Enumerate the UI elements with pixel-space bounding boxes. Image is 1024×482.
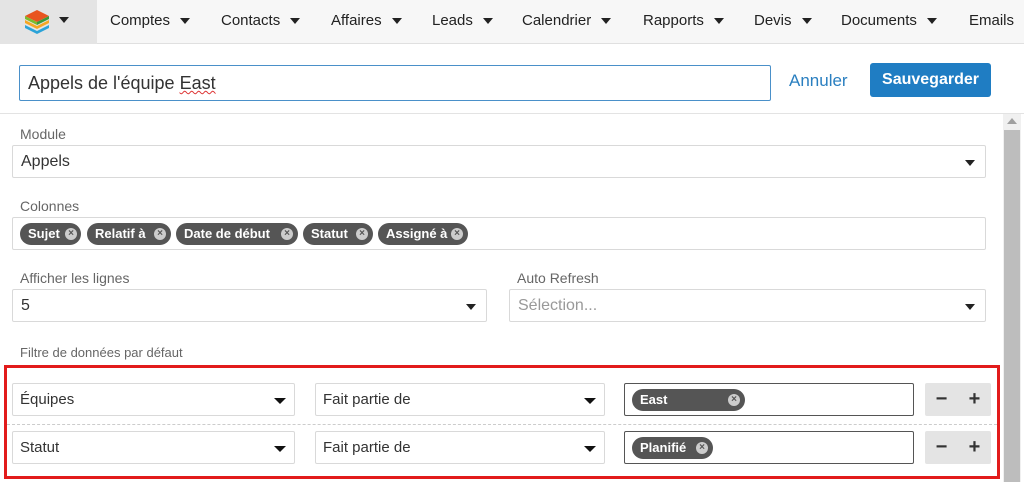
add-filter-button[interactable]: + <box>958 431 991 464</box>
nav-item-affaires[interactable]: Affaires <box>331 0 402 44</box>
nav-label: Calendrier <box>522 12 592 29</box>
add-filter-button[interactable]: + <box>958 383 991 416</box>
module-label: Module <box>20 126 66 142</box>
tag-label: Assigné à <box>386 226 448 241</box>
tag-label: Relatif à <box>95 226 146 241</box>
column-tag-date-debut: Date de début × <box>176 223 298 245</box>
filter-operator-select[interactable]: Fait partie de <box>315 383 605 416</box>
filter-row-actions: − + <box>925 383 991 416</box>
nav-item-calendrier[interactable]: Calendrier <box>522 0 612 44</box>
auto-refresh-placeholder: Sélection... <box>518 297 598 314</box>
nav-label: Contacts <box>221 12 281 29</box>
nav-item-comptes[interactable]: Comptes <box>110 0 191 44</box>
divider <box>0 113 1024 114</box>
column-tag-sujet: Sujet × <box>20 223 81 245</box>
filter-value-tag: East × <box>632 389 745 411</box>
nav-label: Leads <box>432 12 473 29</box>
filter-operator-value: Fait partie de <box>323 391 411 408</box>
nav-item-leads[interactable]: Leads <box>432 0 493 44</box>
tag-label: Planifié <box>640 440 687 455</box>
remove-icon[interactable]: × <box>65 228 77 240</box>
nav-label: Comptes <box>110 12 171 29</box>
title-text-misspelled: East <box>179 73 216 93</box>
tag-label: Sujet <box>28 226 60 241</box>
chevron-down-icon <box>482 18 493 25</box>
filter-value-tag: Planifié × <box>632 437 713 459</box>
column-tag-statut: Statut × <box>303 223 373 245</box>
auto-refresh-select[interactable]: Sélection... <box>509 289 986 322</box>
filter-operator-select[interactable]: Fait partie de <box>315 431 605 464</box>
chevron-down-icon <box>584 446 596 452</box>
remove-icon[interactable]: × <box>728 394 740 406</box>
scroll-up-icon[interactable] <box>1007 118 1017 124</box>
filter-field-value: Équipes <box>20 391 75 408</box>
nav-item-contacts[interactable]: Contacts <box>221 0 301 44</box>
nav-label: Emails <box>969 12 1015 29</box>
cancel-button[interactable]: Annuler <box>789 69 848 93</box>
chevron-down-icon <box>274 446 286 452</box>
filter-field-select[interactable]: Équipes <box>12 383 295 416</box>
scrollbar-thumb[interactable] <box>1004 130 1020 482</box>
nav-item-emails[interactable]: Emails <box>969 0 1014 44</box>
column-tag-assigne: Assigné à × <box>378 223 468 245</box>
rows-value: 5 <box>21 297 30 314</box>
chevron-down-icon <box>391 18 402 25</box>
nav-label: Affaires <box>331 12 382 29</box>
rows-select[interactable]: 5 <box>12 289 487 322</box>
remove-icon[interactable]: × <box>696 442 708 454</box>
tag-label: East <box>640 392 668 407</box>
remove-filter-button[interactable]: − <box>925 383 958 416</box>
chevron-down-icon <box>59 17 69 23</box>
chevron-down-icon <box>601 18 612 25</box>
chevron-down-icon <box>466 304 476 310</box>
rows-label: Afficher les lignes <box>20 270 130 286</box>
chevron-down-icon <box>584 398 596 404</box>
chevron-down-icon <box>926 18 937 25</box>
remove-filter-button[interactable]: − <box>925 431 958 464</box>
chevron-down-icon <box>965 304 975 310</box>
title-text: Appels de l'équipe <box>28 73 180 93</box>
chevron-down-icon <box>290 18 301 25</box>
module-select[interactable]: Appels <box>12 145 986 178</box>
nav-item-rapports[interactable]: Rapports <box>643 0 724 44</box>
remove-icon[interactable]: × <box>154 228 166 240</box>
remove-icon[interactable]: × <box>451 228 463 240</box>
auto-refresh-label: Auto Refresh <box>517 270 599 286</box>
columns-label: Colonnes <box>20 198 80 214</box>
column-tag-relatif: Relatif à × <box>87 223 171 245</box>
module-value: Appels <box>21 153 70 170</box>
nav-label: Rapports <box>643 12 704 29</box>
filter-operator-value: Fait partie de <box>323 439 411 456</box>
remove-icon[interactable]: × <box>356 228 368 240</box>
nav-item-devis[interactable]: Devis <box>754 0 812 44</box>
nav-label: Devis <box>754 12 792 29</box>
tag-label: Statut <box>311 226 348 241</box>
filter-row-actions: − + <box>925 431 991 464</box>
top-navigation: Comptes Contacts Affaires Leads Calendri… <box>0 0 1024 44</box>
app-menu-button[interactable] <box>0 0 97 44</box>
filter-value-multiselect[interactable]: Planifié × <box>624 431 914 464</box>
filter-label: Filtre de données par défaut <box>20 345 183 360</box>
dashlet-title-input[interactable]: Appels de l'équipe East <box>19 65 771 101</box>
nav-item-documents[interactable]: Documents <box>841 0 937 44</box>
divider <box>7 424 997 425</box>
chevron-down-icon <box>180 18 191 25</box>
remove-icon[interactable]: × <box>281 228 293 240</box>
chevron-down-icon <box>965 160 975 166</box>
tag-label: Date de début <box>184 226 270 241</box>
columns-multiselect[interactable]: Sujet × Relatif à × Date de début × Stat… <box>12 217 986 250</box>
chevron-down-icon <box>274 398 286 404</box>
chevron-down-icon <box>801 18 812 25</box>
chevron-down-icon <box>713 18 724 25</box>
save-button[interactable]: Sauvegarder <box>870 63 991 97</box>
filter-field-value: Statut <box>20 439 60 456</box>
nav-label: Documents <box>841 12 917 29</box>
filter-value-multiselect[interactable]: East × <box>624 383 914 416</box>
app-logo-icon <box>25 10 49 34</box>
filter-field-select[interactable]: Statut <box>12 431 295 464</box>
